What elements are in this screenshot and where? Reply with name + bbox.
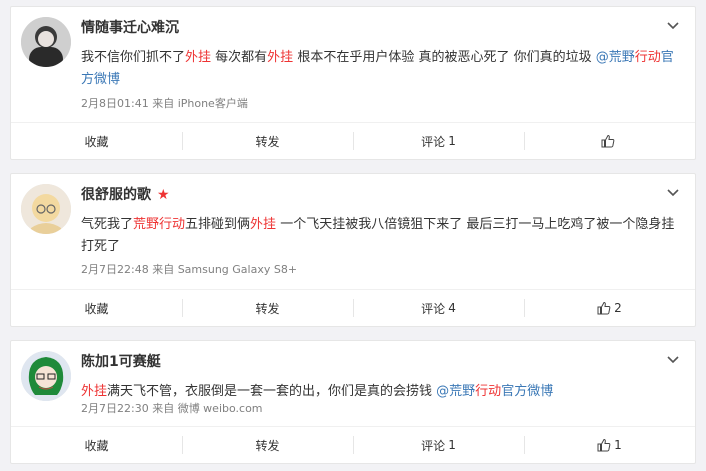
chevron-down-icon[interactable] (665, 184, 681, 200)
repost-label: 转发 (255, 134, 280, 149)
favorite-label: 收藏 (84, 134, 109, 149)
repost-button[interactable]: 转发 (182, 290, 353, 326)
comment-label: 评论 (421, 301, 446, 316)
mention-link[interactable]: 官方微博 (501, 384, 553, 399)
username[interactable]: 陈加1可赛艇 (81, 353, 161, 371)
avatar[interactable] (21, 351, 71, 401)
post-content: 气死我了荒野行动五排碰到俩外挂 一个飞天挂被我八倍镜狙下来了 最后三打一马上吃鸡… (81, 214, 683, 258)
post-card: 很舒服的歌 ★ 气死我了荒野行动五排碰到俩外挂 一个飞天挂被我八倍镜狙下来了 最后… (10, 173, 696, 327)
comment-button[interactable]: 评论 4 (353, 290, 524, 326)
chevron-down-icon[interactable] (665, 17, 681, 33)
comment-button[interactable]: 评论 1 (353, 123, 524, 159)
action-bar: 收藏 转发 评论 4 2 (11, 289, 695, 326)
keyword-highlight: 行动 (475, 384, 502, 399)
mention-link[interactable]: @荒野 (596, 50, 635, 65)
comment-button[interactable]: 评论 1 (353, 427, 524, 463)
repost-button[interactable]: 转发 (182, 427, 353, 463)
repost-label: 转发 (255, 301, 280, 316)
favorite-label: 收藏 (84, 301, 109, 316)
repost-button[interactable]: 转发 (182, 123, 353, 159)
like-button[interactable] (524, 123, 695, 159)
avatar[interactable] (21, 17, 71, 67)
post-text: 五排碰到俩 (185, 217, 251, 232)
keyword-highlight: 行动 (634, 50, 661, 65)
favorite-button[interactable]: 收藏 (11, 290, 182, 326)
post-text: 我不信你们抓不了 (81, 50, 186, 65)
post-text: 根本不在乎用户体验 真的被恶心死了 你们真的垃圾 (293, 50, 596, 65)
like-button[interactable]: 1 (524, 427, 695, 463)
post-text: 每次都有 (211, 50, 268, 65)
chevron-down-icon[interactable] (665, 351, 681, 367)
like-button[interactable]: 2 (524, 290, 695, 326)
favorite-button[interactable]: 收藏 (11, 427, 182, 463)
like-count: 2 (614, 301, 622, 315)
post-content: 我不信你们抓不了外挂 每次都有外挂 根本不在乎用户体验 真的被恶心死了 你们真的… (81, 47, 683, 91)
thumbs-up-icon (597, 301, 611, 315)
action-bar: 收藏 转发 评论 1 1 (11, 426, 695, 463)
post-card: 情随事迁心难沉 我不信你们抓不了外挂 每次都有外挂 根本不在乎用户体验 真的被恶… (10, 6, 696, 160)
like-count: 1 (614, 438, 622, 452)
comment-label: 评论 (421, 438, 446, 453)
username[interactable]: 情随事迁心难沉 (81, 19, 179, 37)
comment-feed: 情随事迁心难沉 我不信你们抓不了外挂 每次都有外挂 根本不在乎用户体验 真的被恶… (0, 0, 706, 471)
post-text: 满天飞不管，衣服倒是一套一套的出，你们是真的会捞钱 (107, 384, 437, 399)
post-meta: 2月8日01:41 来自 iPhone客户端 (81, 97, 248, 110)
comment-label: 评论 (421, 134, 446, 149)
username[interactable]: 很舒服的歌 ★ (81, 186, 170, 204)
post-meta: 2月7日22:30 来自 微博 weibo.com (81, 402, 263, 415)
keyword-highlight: 外挂 (185, 50, 212, 65)
favorite-label: 收藏 (84, 438, 109, 453)
post-text: 气死我了 (81, 217, 134, 232)
keyword-highlight: 荒野行动 (133, 217, 186, 232)
post-card: 陈加1可赛艇 外挂满天飞不管，衣服倒是一套一套的出，你们是真的会捞钱 @荒野行动… (10, 340, 696, 464)
comment-count: 4 (448, 301, 456, 315)
keyword-highlight: 外挂 (267, 50, 294, 65)
post-content: 外挂满天飞不管，衣服倒是一套一套的出，你们是真的会捞钱 @荒野行动官方微博 (81, 381, 683, 403)
repost-label: 转发 (255, 438, 280, 453)
thumbs-up-icon (597, 438, 611, 452)
comment-count: 1 (448, 438, 456, 452)
keyword-highlight: 外挂 (81, 384, 108, 399)
thumbs-up-icon (601, 134, 615, 148)
action-bar: 收藏 转发 评论 1 (11, 122, 695, 159)
avatar[interactable] (21, 184, 71, 234)
favorite-button[interactable]: 收藏 (11, 123, 182, 159)
post-meta: 2月7日22:48 来自 Samsung Galaxy S8+ (81, 263, 298, 276)
mention-link[interactable]: @荒野 (436, 384, 475, 399)
star-badge-icon: ★ (157, 187, 170, 203)
comment-count: 1 (448, 134, 456, 148)
keyword-highlight: 外挂 (250, 217, 277, 232)
